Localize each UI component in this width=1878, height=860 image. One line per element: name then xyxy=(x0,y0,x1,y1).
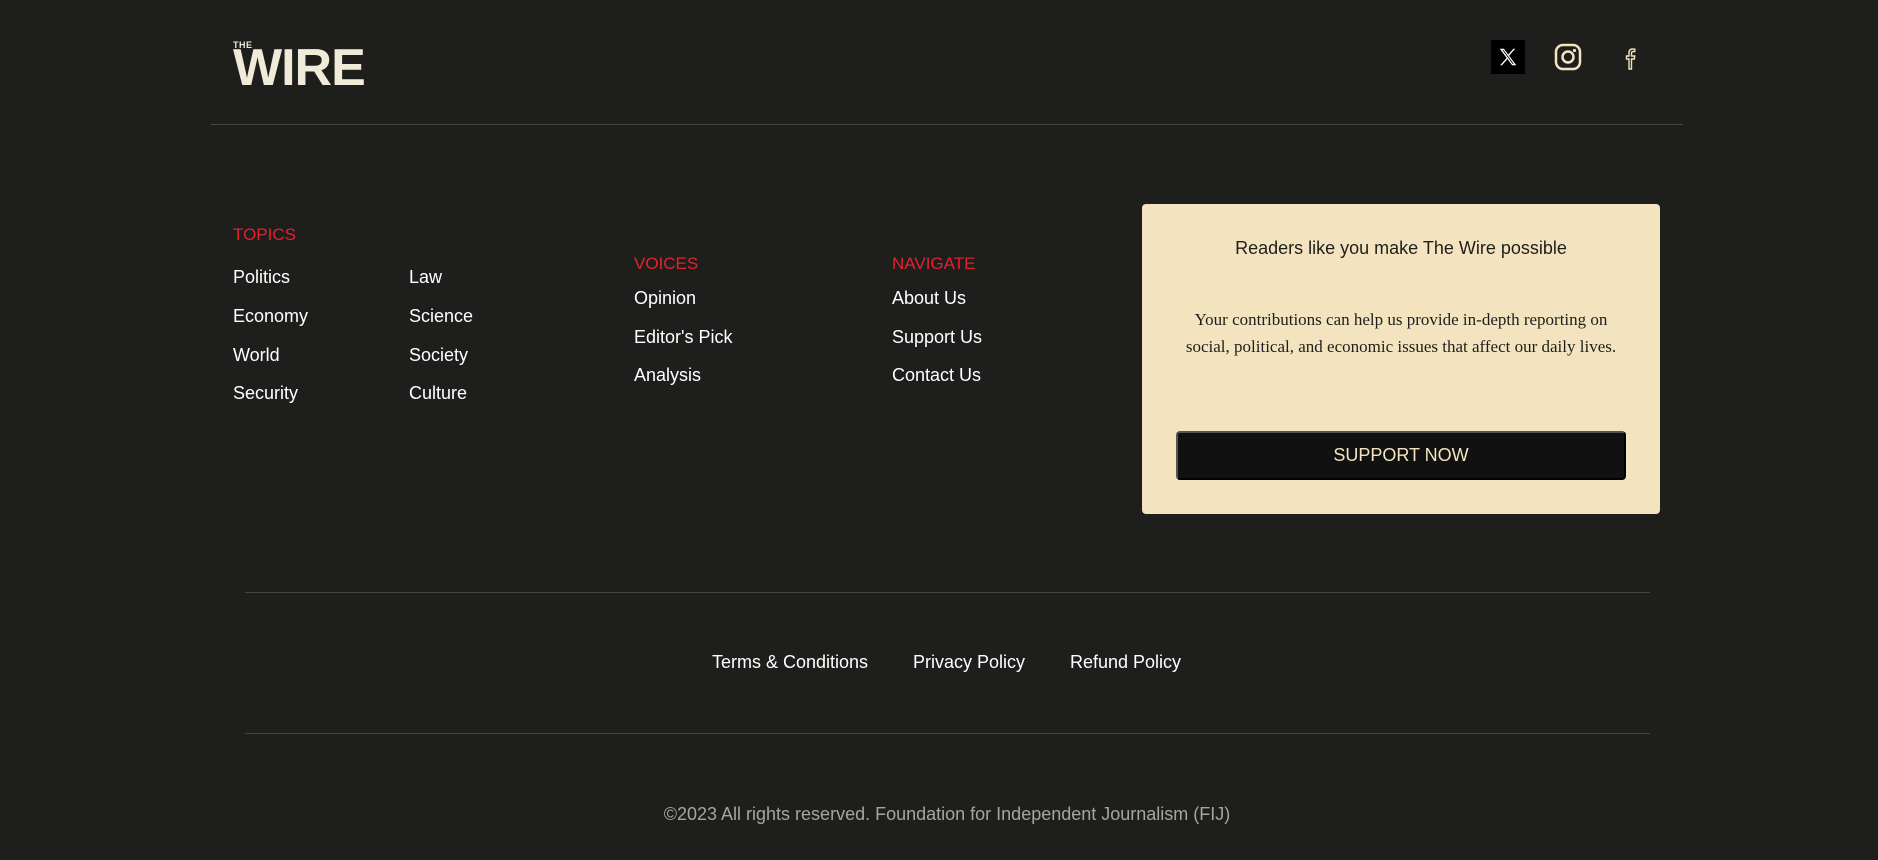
topic-link-politics[interactable]: Politics xyxy=(233,267,290,288)
voices-link-opinion[interactable]: Opinion xyxy=(634,288,696,309)
navigate-link-contact-us[interactable]: Contact Us xyxy=(892,365,981,386)
facebook-icon[interactable] xyxy=(1620,42,1640,74)
privacy-policy-link[interactable]: Privacy Policy xyxy=(913,652,1025,673)
voices-link-editors-pick[interactable]: Editor's Pick xyxy=(634,327,732,348)
site-logo[interactable]: THE WIRE xyxy=(233,38,378,94)
support-title: Readers like you make The Wire possible xyxy=(1235,238,1567,258)
refund-policy-link[interactable]: Refund Policy xyxy=(1070,652,1181,673)
navigate-heading: NAVIGATE xyxy=(892,254,976,273)
support-card: Readers like you make The Wire possible … xyxy=(1142,204,1660,514)
topic-link-security[interactable]: Security xyxy=(233,383,298,404)
copyright-text: ©2023 All rights reserved. Foundation fo… xyxy=(663,804,1231,824)
footer-divider-bottom xyxy=(245,733,1650,734)
terms-conditions-link[interactable]: Terms & Conditions xyxy=(712,652,868,673)
footer-divider-top xyxy=(245,592,1650,593)
instagram-icon[interactable] xyxy=(1552,41,1584,73)
navigate-link-about-us[interactable]: About Us xyxy=(892,288,966,309)
voices-link-analysis[interactable]: Analysis xyxy=(634,365,701,386)
support-now-button[interactable]: SUPPORT NOW xyxy=(1176,431,1626,480)
support-body: Your contributions can help us provide i… xyxy=(1185,310,1617,356)
voices-heading: VOICES xyxy=(634,254,699,273)
topics-heading: TOPICS xyxy=(233,225,296,244)
topic-link-law[interactable]: Law xyxy=(409,267,442,288)
topic-link-science[interactable]: Science xyxy=(409,306,473,327)
x-icon[interactable] xyxy=(1491,40,1525,74)
navigate-link-support-us[interactable]: Support Us xyxy=(892,327,982,348)
topic-link-culture[interactable]: Culture xyxy=(409,383,467,404)
topic-link-world[interactable]: World xyxy=(233,345,280,366)
logo-wire-text: WIRE xyxy=(233,39,366,97)
topic-link-society[interactable]: Society xyxy=(409,345,468,366)
header-divider xyxy=(211,124,1683,125)
topic-link-economy[interactable]: Economy xyxy=(233,306,308,327)
